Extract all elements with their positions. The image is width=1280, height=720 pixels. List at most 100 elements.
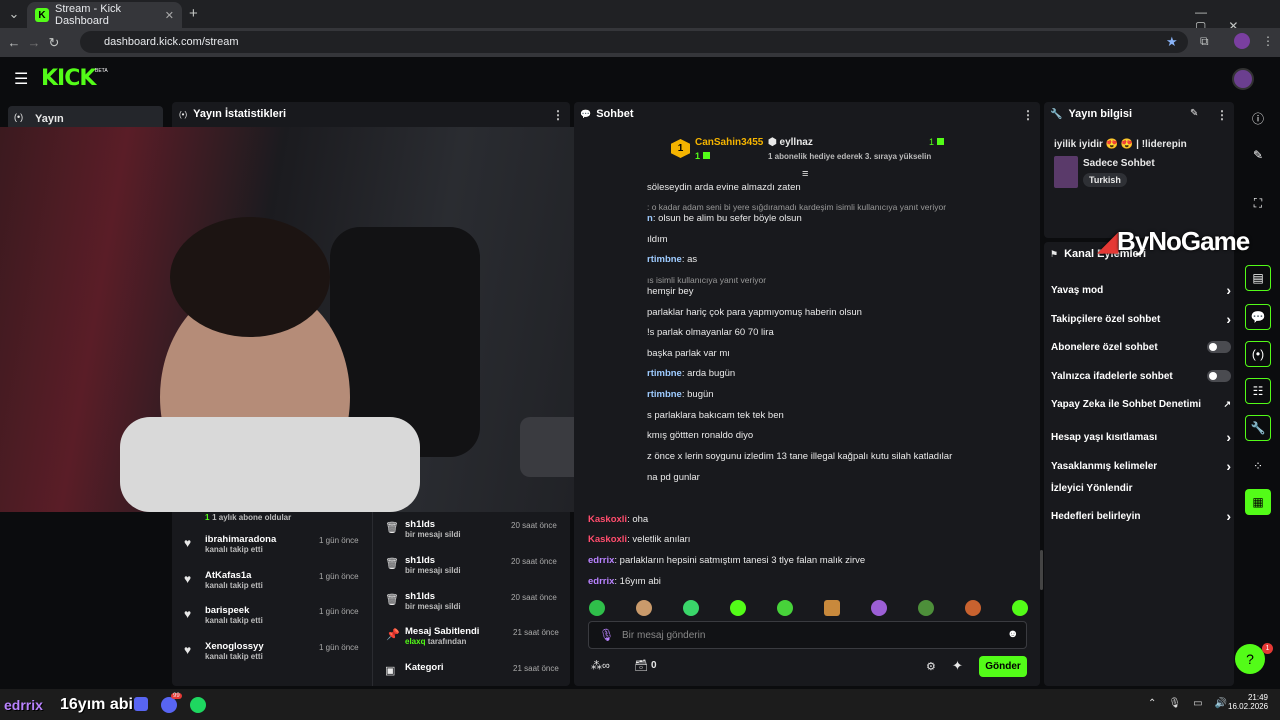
setting-account-age[interactable]: Hesap yaşı kısıtlaması › [1051, 429, 1231, 445]
emote-icon[interactable] [589, 600, 605, 616]
feed-sub: 1 aylık abone oldular [212, 513, 292, 522]
second-gifter[interactable]: ⬢ eyllnaz [768, 137, 813, 148]
microphone-icon[interactable]: 🎙 [599, 628, 614, 642]
taskbar-app-icon[interactable] [134, 697, 148, 711]
browser-menu-icon[interactable]: ⋮ [1262, 34, 1274, 48]
clock[interactable]: 21:49 16.02.2026 [1228, 693, 1268, 711]
hamburger-menu-icon[interactable]: ☰ [14, 69, 28, 89]
feed-sub: tarafından [427, 637, 467, 646]
extensions-icon[interactable]: ⧉ [1200, 34, 1209, 49]
info-icon[interactable]: ⓘ [1245, 105, 1271, 131]
chat-scrollbar[interactable] [1040, 550, 1043, 590]
system-tray[interactable]: ⌃🎙▭🔊 [1148, 698, 1239, 709]
info-menu-icon[interactable]: ⋮ [1216, 108, 1228, 122]
chat-settings-icon[interactable]: ⚙ [926, 660, 936, 673]
apps-icon[interactable]: ⁘ [1245, 453, 1271, 479]
edit-icon[interactable]: ✎ [1190, 108, 1198, 119]
address-bar[interactable]: dashboard.kick.com/stream [80, 31, 1188, 53]
feed-sub: kanalı takip etti [205, 652, 263, 661]
feed-item: ibrahimaradona kanalı takip etti [205, 534, 276, 554]
chat-message: rtimbne: as [647, 254, 698, 265]
feed-item: AtKafas1a kanalı takip etti [205, 570, 263, 590]
emote-menu-icon[interactable]: ✦ [952, 658, 963, 674]
collapse-icon[interactable]: ≡ [802, 168, 808, 180]
chat-message: n: olsun be alim bu sefer böyle olsun [647, 213, 802, 224]
discord-badge: 99 [171, 693, 182, 699]
emote-icon[interactable] [730, 600, 746, 616]
reload-icon[interactable]: ↻ [44, 35, 64, 51]
wrench-rail-icon[interactable]: 🔧 [1245, 415, 1271, 441]
external-link-icon: ↗ [1223, 399, 1231, 409]
emote-icon[interactable] [1012, 600, 1028, 616]
help-button[interactable]: ? [1235, 644, 1265, 674]
chat-message: parlaklar hariç çok para yapmıyomuş habe… [647, 307, 862, 318]
spotify-icon[interactable] [190, 697, 206, 713]
chat-message: kmış göttten ronaldo diyo [647, 430, 754, 441]
wrench-icon: 🔧 [1050, 108, 1063, 120]
feed-sub: kanalı takip etti [205, 581, 263, 590]
setting-subscribers-only[interactable]: Abonelere özel sohbet [1051, 341, 1231, 353]
top-gifter-name[interactable]: CanSahin3455 [695, 137, 763, 148]
feed-user[interactable]: Xenoglossyy [205, 641, 264, 652]
emote-icon[interactable] [871, 600, 887, 616]
feed-user[interactable]: ibrahimaradona [205, 534, 276, 545]
feed-user[interactable]: barispeek [205, 605, 263, 616]
broadcast-rail-icon[interactable]: (•) [1245, 341, 1271, 367]
emote-icon[interactable] [918, 600, 934, 616]
emotes-only-toggle[interactable] [1207, 370, 1231, 382]
tab-close-icon[interactable]: ✕ [165, 9, 174, 22]
feed-user[interactable]: elaxq [405, 637, 425, 646]
setting-raid[interactable]: İzleyici Yönlendir [1051, 483, 1231, 494]
chevron-right-icon: › [1226, 508, 1231, 524]
kick-logo[interactable]: KICK [41, 66, 96, 91]
emote-icon[interactable] [965, 600, 981, 616]
user-avatar[interactable] [1232, 68, 1254, 90]
tab-search-icon[interactable]: ⌄ [4, 6, 24, 22]
feed-user[interactable]: AtKafas1a [205, 570, 263, 581]
emoji-picker-icon[interactable]: ☻ [1007, 628, 1019, 640]
emote-icon[interactable] [777, 600, 793, 616]
setting-goals[interactable]: Hedefleri belirleyin › [1051, 508, 1231, 524]
send-button[interactable]: Gönder [979, 656, 1027, 677]
category-icon: ▣ [385, 665, 396, 677]
broadcast-icon: (•) [179, 109, 188, 119]
profile-avatar[interactable] [1234, 33, 1250, 49]
fullscreen-icon[interactable]: ⛶ [1245, 190, 1271, 216]
emote-icon[interactable] [683, 600, 699, 616]
feed-user[interactable]: sh1lds [405, 591, 461, 602]
setting-followers-only[interactable]: Takipçilere özel sohbet › [1051, 311, 1231, 327]
chat-bubble-icon[interactable]: 💬 [1245, 304, 1271, 330]
forward-icon[interactable]: → [24, 35, 44, 50]
subscribers-only-toggle[interactable] [1207, 341, 1231, 353]
back-icon[interactable]: ← [4, 35, 24, 50]
new-tab-button[interactable]: + [189, 5, 198, 22]
layout-icon[interactable]: ☷ [1245, 378, 1271, 404]
feed-title: Mesaj Sabitlendi [405, 626, 480, 637]
feed-time: 1 gün önce [319, 607, 359, 616]
emote-icon[interactable] [636, 600, 652, 616]
setting-banned-words[interactable]: Yasaklanmış kelimeler › [1051, 458, 1231, 474]
chat-menu-icon[interactable]: ⋮ [1022, 108, 1034, 122]
kick-points-icon[interactable]: ⁂∞ [591, 659, 610, 672]
setting-ai-moderation[interactable]: Yapay Zeka ile Sohbet Denetimi ↗ [1051, 399, 1231, 410]
bynogame-watermark: ◢ByNoGame [1098, 226, 1250, 256]
document-icon[interactable]: ▤ [1245, 265, 1271, 291]
emote-icon[interactable] [824, 600, 840, 616]
plugin-icon[interactable]: ▦ [1245, 489, 1271, 515]
feed-user[interactable]: sh1lds [405, 555, 461, 566]
browser-tab[interactable]: K Stream - Kick Dashboard ✕ [27, 2, 182, 28]
chat-input[interactable]: 🎙 Bir mesaj gönderin ☻ [588, 621, 1027, 649]
chat-reply-context: ıs isimli kullanıcıya yanıt veriyor [647, 275, 767, 285]
feed-user[interactable]: sh1lds [405, 519, 461, 530]
discord-icon[interactable] [161, 697, 177, 713]
bookmark-star-icon[interactable]: ★ [1166, 34, 1178, 50]
pencil-icon[interactable]: ✎ [1245, 142, 1271, 168]
setting-emotes-only[interactable]: Yalnızca ifadelerle sohbet [1051, 370, 1231, 382]
chat-message: rtimbne: arda bugün [647, 368, 736, 379]
setting-slow-mode[interactable]: Yavaş mod › [1051, 282, 1231, 298]
chest-icon[interactable]: 🗃 [634, 659, 648, 672]
feed-item: Mesaj Sabitlendi elaxq tarafından [405, 626, 479, 646]
category-name[interactable]: Sadece Sohbet [1083, 158, 1155, 169]
stats-menu-icon[interactable]: ⋮ [552, 108, 564, 122]
broadcast-icon: (•) [14, 112, 24, 122]
